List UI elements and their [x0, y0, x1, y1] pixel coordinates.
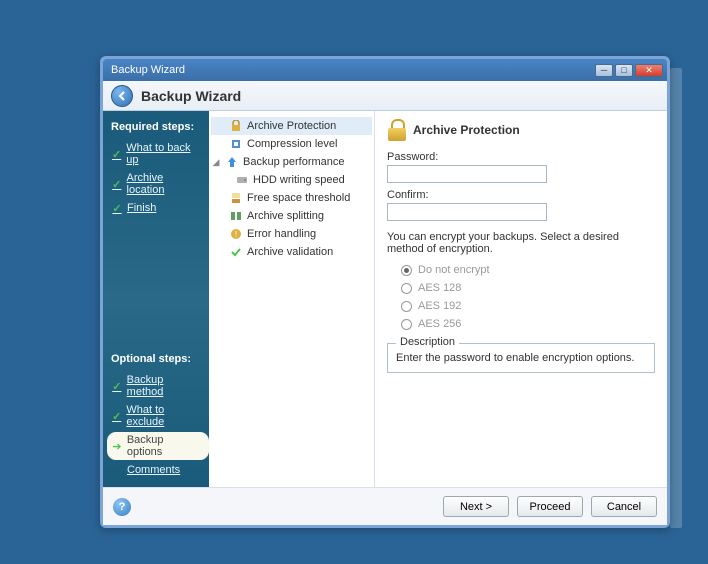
- arrow-icon: ➔: [111, 440, 123, 452]
- password-input[interactable]: [387, 165, 547, 183]
- description-text: Enter the password to enable encryption …: [396, 352, 646, 364]
- tree-label: Backup performance: [243, 156, 345, 168]
- titlebar: Backup Wizard ─ □ ✕: [103, 59, 667, 81]
- content-panel: Archive Protection Password: Confirm: Yo…: [375, 111, 667, 487]
- required-steps-header: Required steps:: [111, 121, 205, 133]
- tree-label: Error handling: [247, 228, 316, 240]
- lock-icon: [387, 119, 407, 141]
- optional-steps-header: Optional steps:: [111, 353, 205, 365]
- window-controls: ─ □ ✕: [595, 64, 663, 77]
- step-label: Finish: [127, 202, 156, 214]
- step-what-to-exclude[interactable]: ✓ What to exclude: [107, 402, 205, 430]
- step-label: Backup options: [127, 434, 201, 458]
- tree-error-handling[interactable]: ! Error handling: [211, 225, 372, 243]
- wizard-title: Backup Wizard: [141, 88, 241, 104]
- step-comments[interactable]: Comments: [107, 462, 205, 478]
- check-icon: ✓: [111, 380, 123, 392]
- check-icon: ✓: [111, 148, 122, 160]
- step-label: Comments: [127, 464, 180, 476]
- encryption-info: You can encrypt your backups. Select a d…: [387, 231, 655, 255]
- radio-icon: [401, 319, 412, 330]
- backup-wizard-window: Backup Wizard ─ □ ✕ Backup Wizard Requir…: [100, 56, 670, 528]
- close-button[interactable]: ✕: [635, 64, 663, 77]
- tree-label: HDD writing speed: [253, 174, 345, 186]
- hdd-icon: [235, 173, 249, 187]
- radio-label: AES 192: [418, 300, 461, 312]
- lock-icon: [229, 119, 243, 133]
- space-icon: [229, 191, 243, 205]
- wizard-header: Backup Wizard: [103, 81, 667, 111]
- step-label: Archive location: [127, 172, 201, 196]
- description-legend: Description: [396, 336, 459, 348]
- check-icon: ✓: [111, 178, 123, 190]
- minimize-button[interactable]: ─: [595, 64, 613, 77]
- radio-do-not-encrypt: Do not encrypt: [387, 261, 655, 279]
- radio-icon: [401, 301, 412, 312]
- step-backup-options[interactable]: ➔ Backup options: [107, 432, 209, 460]
- confirm-input[interactable]: [387, 203, 547, 221]
- description-box: Description Enter the password to enable…: [387, 343, 655, 373]
- check-icon: ✓: [111, 410, 122, 422]
- wizard-body: Required steps: ✓ What to back up ✓ Arch…: [103, 111, 667, 487]
- options-tree: Archive Protection Compression level ◢ B…: [209, 111, 375, 487]
- step-archive-location[interactable]: ✓ Archive location: [107, 170, 205, 198]
- tree-archive-validation[interactable]: Archive validation: [211, 243, 372, 261]
- tree-backup-performance[interactable]: ◢ Backup performance: [211, 153, 372, 171]
- radio-icon: [401, 265, 412, 276]
- tree-hdd-writing-speed[interactable]: HDD writing speed: [211, 171, 372, 189]
- radio-aes-192: AES 192: [387, 297, 655, 315]
- background-window-edge: [670, 68, 682, 528]
- content-heading: Archive Protection: [413, 123, 520, 137]
- maximize-button[interactable]: □: [615, 64, 633, 77]
- step-label: What to back up: [126, 142, 201, 166]
- check-icon: ✓: [111, 202, 123, 214]
- error-icon: !: [229, 227, 243, 241]
- step-what-to-back-up[interactable]: ✓ What to back up: [107, 140, 205, 168]
- help-button[interactable]: ?: [113, 498, 131, 516]
- tree-label: Archive splitting: [247, 210, 324, 222]
- radio-label: Do not encrypt: [418, 264, 490, 276]
- svg-text:!: !: [235, 230, 237, 239]
- radio-aes-128: AES 128: [387, 279, 655, 297]
- content-title: Archive Protection: [387, 119, 655, 141]
- tree-archive-splitting[interactable]: Archive splitting: [211, 207, 372, 225]
- radio-label: AES 128: [418, 282, 461, 294]
- radio-icon: [401, 283, 412, 294]
- tree-label: Archive Protection: [247, 120, 336, 132]
- proceed-button[interactable]: Proceed: [517, 496, 583, 517]
- collapse-icon[interactable]: ◢: [211, 157, 221, 168]
- tree-free-space-threshold[interactable]: Free space threshold: [211, 189, 372, 207]
- split-icon: [229, 209, 243, 223]
- up-arrow-icon: [225, 155, 239, 169]
- radio-label: AES 256: [418, 318, 461, 330]
- check-icon: [229, 245, 243, 259]
- step-backup-method[interactable]: ✓ Backup method: [107, 372, 205, 400]
- blank-icon: [111, 464, 123, 476]
- steps-sidebar: Required steps: ✓ What to back up ✓ Arch…: [103, 111, 209, 487]
- radio-aes-256: AES 256: [387, 315, 655, 333]
- tree-archive-protection[interactable]: Archive Protection: [211, 117, 372, 135]
- cancel-button[interactable]: Cancel: [591, 496, 657, 517]
- tree-label: Free space threshold: [247, 192, 350, 204]
- compress-icon: [229, 137, 243, 151]
- titlebar-title: Backup Wizard: [111, 64, 595, 76]
- wizard-footer: ? Next > Proceed Cancel: [103, 487, 667, 525]
- tree-label: Compression level: [247, 138, 337, 150]
- password-label: Password:: [387, 151, 655, 163]
- step-finish[interactable]: ✓ Finish: [107, 200, 205, 216]
- step-label: Backup method: [127, 374, 201, 398]
- confirm-label: Confirm:: [387, 189, 655, 201]
- back-button[interactable]: [111, 85, 133, 107]
- next-button[interactable]: Next >: [443, 496, 509, 517]
- step-label: What to exclude: [126, 404, 201, 428]
- tree-label: Archive validation: [247, 246, 333, 258]
- tree-compression-level[interactable]: Compression level: [211, 135, 372, 153]
- back-arrow-icon: [116, 90, 128, 102]
